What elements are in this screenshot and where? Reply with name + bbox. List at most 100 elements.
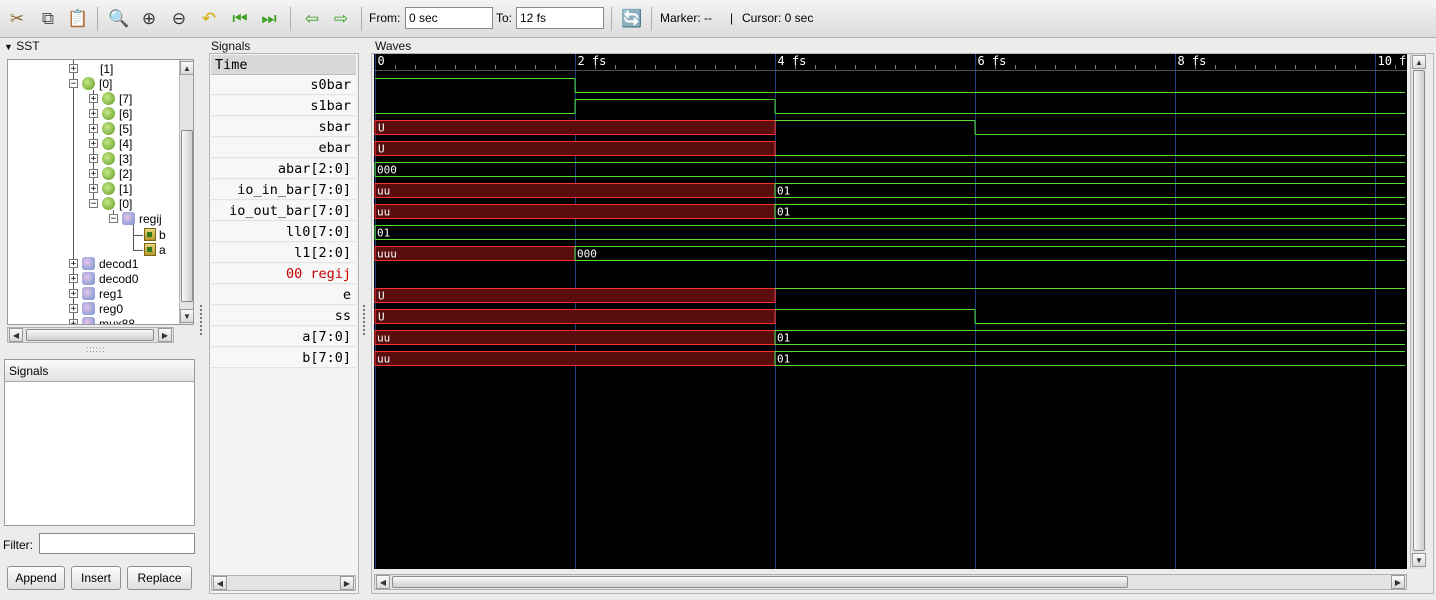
to-time-input[interactable]: [516, 7, 604, 29]
expand-icon[interactable]: +: [69, 304, 78, 314]
tree-item[interactable]: − [0]: [69, 76, 112, 91]
signal-name[interactable]: s1bar: [211, 96, 356, 116]
cut-icon[interactable]: ✂: [5, 7, 29, 29]
waveform-display[interactable]: 02 fs4 fs6 fs8 fs10 fsUU000uu01uu0101uuu…: [374, 54, 1407, 569]
sst-signals-list[interactable]: Signals: [4, 359, 195, 526]
tree-item[interactable]: b: [144, 227, 166, 242]
expand-icon[interactable]: +: [89, 109, 98, 119]
tree-item[interactable]: + [5]: [89, 121, 132, 136]
expand-icon[interactable]: +: [89, 184, 98, 194]
tree-item[interactable]: a: [144, 242, 166, 257]
expand-icon[interactable]: +: [89, 94, 98, 104]
collapse-triangle-icon[interactable]: ▼: [4, 42, 13, 52]
signal-name[interactable]: e: [211, 285, 356, 305]
reload-icon[interactable]: 🔄: [620, 7, 644, 29]
scroll-up-icon[interactable]: ▲: [1412, 55, 1426, 69]
scroll-right-icon[interactable]: ▶: [340, 576, 354, 590]
tree-item[interactable]: + reg0: [69, 301, 123, 316]
copy-icon[interactable]: ⧉: [36, 7, 60, 29]
tree-item[interactable]: + [1]: [69, 61, 113, 76]
tree-item[interactable]: + [7]: [89, 91, 132, 106]
expand-icon[interactable]: +: [89, 169, 98, 179]
splitter-grip[interactable]: [200, 305, 204, 335]
zoom-out-icon[interactable]: ⊖: [167, 7, 191, 29]
tree-item[interactable]: + decod1: [69, 256, 138, 271]
splitter-grip[interactable]: [363, 305, 367, 335]
undo-zoom-icon[interactable]: ↶: [197, 7, 221, 29]
waves-canvas[interactable]: 02 fs4 fs6 fs8 fs10 fsUU000uu01uu0101uuu…: [374, 54, 1407, 569]
expand-icon[interactable]: +: [69, 64, 78, 74]
tree-item[interactable]: + mux88: [69, 316, 135, 324]
replace-button[interactable]: Replace: [127, 566, 192, 590]
insert-button[interactable]: Insert: [71, 566, 121, 590]
scroll-thumb[interactable]: [181, 130, 193, 302]
splitter-grip[interactable]: ::::::: [86, 346, 120, 354]
sst-header[interactable]: ▼ SST: [4, 39, 40, 53]
expand-icon[interactable]: +: [69, 274, 78, 284]
collapse-icon[interactable]: −: [109, 214, 118, 224]
expand-icon[interactable]: +: [89, 139, 98, 149]
scroll-left-icon[interactable]: ◀: [376, 575, 390, 589]
expand-icon[interactable]: +: [69, 259, 78, 269]
collapse-icon[interactable]: −: [89, 199, 98, 209]
tree-item[interactable]: + [2]: [89, 166, 132, 181]
expand-icon[interactable]: +: [69, 289, 78, 299]
scroll-left-icon[interactable]: ◀: [9, 328, 23, 342]
signal-name[interactable]: io_out_bar[7:0]: [211, 201, 356, 221]
sst-horizontal-scrollbar[interactable]: ◀ ▶: [7, 327, 174, 343]
sst-signals-header[interactable]: Signals: [5, 360, 194, 382]
sst-vertical-scrollbar[interactable]: ▲ ▼: [179, 60, 193, 324]
waves-panel-title: Waves: [375, 39, 412, 53]
module-instance-icon: [82, 272, 95, 285]
scroll-thumb[interactable]: [392, 576, 1128, 588]
from-time-input[interactable]: [405, 7, 493, 29]
tree-item[interactable]: + [3]: [89, 151, 132, 166]
tree-item[interactable]: + decod0: [69, 271, 138, 286]
scroll-thumb[interactable]: [26, 329, 154, 341]
scroll-left-icon[interactable]: ◀: [213, 576, 227, 590]
scroll-right-icon[interactable]: ▶: [1391, 575, 1405, 589]
signals-horizontal-scrollbar[interactable]: ◀ ▶: [211, 575, 356, 591]
sst-tree[interactable]: + [1] − [0] + [7] + [6] + [5] + [4] + [3] + [2] …: [7, 59, 194, 325]
expand-icon[interactable]: +: [69, 319, 78, 324]
paste-icon[interactable]: 📋: [66, 7, 90, 29]
tree-item[interactable]: + reg1: [69, 286, 123, 301]
waves-vertical-scrollbar[interactable]: ▲ ▼: [1410, 54, 1426, 569]
scroll-thumb[interactable]: [1413, 70, 1425, 551]
signal-name[interactable]: ss: [211, 306, 356, 326]
zoom-to-start-icon[interactable]: ⏮: [228, 7, 252, 29]
tree-item[interactable]: − regij: [109, 211, 162, 226]
zoom-in-icon[interactable]: ⊕: [137, 7, 161, 29]
signal-name[interactable]: a[7:0]: [211, 327, 356, 347]
scroll-right-icon[interactable]: ▶: [158, 328, 172, 342]
tree-item[interactable]: + [4]: [89, 136, 132, 151]
expand-icon[interactable]: +: [89, 124, 98, 134]
filter-input[interactable]: [39, 533, 195, 554]
collapse-icon[interactable]: −: [69, 79, 78, 89]
scroll-down-icon[interactable]: ▼: [180, 309, 193, 323]
scroll-up-icon[interactable]: ▲: [180, 61, 193, 75]
append-button[interactable]: Append: [7, 566, 65, 590]
signal-name[interactable]: 00 regij: [211, 264, 356, 284]
find-next-edge-icon[interactable]: ⇨: [329, 7, 353, 29]
signal-name[interactable]: b[7:0]: [211, 348, 356, 368]
signal-name[interactable]: ebar: [211, 138, 356, 158]
zoom-fit-icon[interactable]: 🔍: [107, 7, 131, 29]
tree-item[interactable]: − [0]: [89, 196, 132, 211]
expand-icon[interactable]: +: [89, 154, 98, 164]
zoom-to-end-icon[interactable]: ⏭: [257, 7, 281, 29]
tree-item[interactable]: + [6]: [89, 106, 132, 121]
find-previous-edge-icon[interactable]: ⇦: [300, 7, 324, 29]
ruler-label: 6 fs: [978, 54, 1007, 68]
waves-horizontal-scrollbar[interactable]: ◀ ▶: [374, 574, 1407, 590]
signal-name[interactable]: ll0[7:0]: [211, 222, 356, 242]
signal-name[interactable]: abar[2:0]: [211, 159, 356, 179]
signal-name[interactable]: l1[2:0]: [211, 243, 356, 263]
generate-block-icon: [102, 122, 115, 135]
signal-name[interactable]: sbar: [211, 117, 356, 137]
to-label: To:: [496, 11, 513, 25]
tree-item[interactable]: + [1]: [89, 181, 132, 196]
signal-name[interactable]: s0bar: [211, 75, 356, 95]
scroll-down-icon[interactable]: ▼: [1412, 553, 1426, 567]
signal-name[interactable]: io_in_bar[7:0]: [211, 180, 356, 200]
